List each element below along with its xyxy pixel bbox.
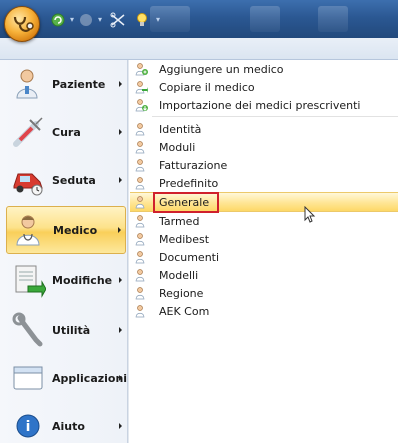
submenu-item-predefinito[interactable]: Predefinito bbox=[130, 174, 398, 192]
menu-item-label: Applicazioni bbox=[52, 371, 128, 385]
doctor-icon bbox=[134, 286, 148, 300]
chevron-right-icon bbox=[119, 129, 122, 135]
submenu-item-label: Importazione dei medici prescriventi bbox=[159, 98, 361, 112]
submenu-item-label: Generale bbox=[152, 191, 220, 213]
doctor-icon bbox=[134, 214, 148, 228]
submenu-item-importazione-medici[interactable]: Importazione dei medici prescriventi bbox=[130, 96, 398, 114]
doctor-copy-icon bbox=[134, 80, 148, 94]
menu-item-label: Medico bbox=[53, 223, 98, 237]
chevron-right-icon bbox=[119, 277, 122, 283]
menu-item-seduta[interactable]: Seduta bbox=[6, 156, 126, 204]
menu-item-label: Seduta bbox=[52, 173, 96, 187]
doctor-icon bbox=[134, 268, 148, 282]
chevron-down-icon[interactable]: ▾ bbox=[96, 16, 104, 24]
submenu-item-label: AEK Com bbox=[159, 304, 210, 318]
submenu-item-label: Aggiungere un medico bbox=[159, 62, 284, 76]
ribbon-tab-ghost bbox=[318, 6, 348, 32]
patient-icon bbox=[10, 66, 46, 102]
submenu-item-label: Tarmed bbox=[159, 214, 200, 228]
submenu-item-modelli[interactable]: Modelli bbox=[130, 266, 398, 284]
menu-item-label: Utilità bbox=[52, 323, 91, 337]
submenu-item-label: Regione bbox=[159, 286, 204, 300]
app-menu-button[interactable] bbox=[4, 6, 40, 42]
submenu-item-medibest[interactable]: Medibest bbox=[130, 230, 398, 248]
chevron-right-icon bbox=[118, 227, 121, 233]
menu-item-modifiche[interactable]: Modifiche bbox=[6, 256, 126, 304]
mouse-cursor-icon bbox=[304, 205, 316, 224]
menu-item-cura[interactable]: Cura bbox=[6, 108, 126, 156]
application-menu-left-pane: Paziente Cura Seduta Medico Modifiche Ut… bbox=[0, 60, 128, 443]
submenu-item-regione[interactable]: Regione bbox=[130, 284, 398, 302]
submenu-item-generale[interactable]: Generale bbox=[130, 191, 398, 213]
doctor-add-icon bbox=[134, 62, 148, 76]
submenu-item-aek-com[interactable]: AEK Com bbox=[130, 302, 398, 320]
medico-submenu: Aggiungere un medico Copiare il medico I… bbox=[128, 60, 398, 443]
doctor-icon bbox=[134, 176, 148, 190]
chevron-right-icon bbox=[119, 327, 122, 333]
back-icon[interactable] bbox=[78, 12, 94, 28]
chevron-right-icon bbox=[119, 81, 122, 87]
chevron-right-icon bbox=[119, 375, 122, 381]
edit-document-icon bbox=[10, 262, 47, 298]
submenu-item-label: Copiare il medico bbox=[159, 80, 255, 94]
menu-item-applicazioni[interactable]: Applicazioni bbox=[6, 354, 128, 402]
svg-text:i: i bbox=[26, 419, 31, 435]
title-bar: ▾ ▾ ▾ bbox=[0, 0, 398, 38]
menu-item-label: Paziente bbox=[52, 77, 106, 91]
ribbon-strip bbox=[0, 38, 398, 60]
submenu-item-moduli[interactable]: Moduli bbox=[130, 138, 398, 156]
syringe-icon bbox=[10, 114, 46, 150]
submenu-item-documenti[interactable]: Documenti bbox=[130, 248, 398, 266]
menu-item-medico[interactable]: Medico bbox=[6, 206, 126, 254]
menu-gutter bbox=[128, 60, 129, 443]
menu-item-label: Aiuto bbox=[52, 419, 85, 433]
submenu-item-label: Identità bbox=[159, 122, 202, 136]
chevron-right-icon bbox=[119, 423, 122, 429]
submenu-item-label: Documenti bbox=[159, 250, 220, 264]
wrench-icon bbox=[10, 312, 46, 348]
doctor-icon bbox=[134, 158, 148, 172]
doctor-icon bbox=[134, 122, 148, 136]
submenu-item-copiare-medico[interactable]: Copiare il medico bbox=[130, 78, 398, 96]
refresh-icon[interactable] bbox=[50, 12, 66, 28]
help-icon: i bbox=[10, 408, 46, 443]
chevron-down-icon[interactable]: ▾ bbox=[154, 16, 162, 24]
menu-separator bbox=[152, 116, 398, 117]
submenu-item-label: Moduli bbox=[159, 140, 196, 154]
window-icon bbox=[10, 360, 46, 396]
doctor-icon bbox=[134, 195, 148, 209]
doctor-icon bbox=[11, 212, 47, 248]
menu-item-utilita[interactable]: Utilità bbox=[6, 306, 126, 354]
doctor-import-icon bbox=[134, 98, 148, 112]
lightbulb-icon[interactable] bbox=[134, 12, 150, 28]
submenu-item-label: Fatturazione bbox=[159, 158, 228, 172]
submenu-item-aggiungere-medico[interactable]: Aggiungere un medico bbox=[130, 60, 398, 78]
submenu-item-label: Predefinito bbox=[159, 176, 219, 190]
chevron-right-icon bbox=[119, 177, 122, 183]
doctor-icon bbox=[134, 140, 148, 154]
scissors-icon[interactable] bbox=[110, 12, 126, 28]
stethoscope-icon bbox=[13, 16, 34, 32]
doctor-icon bbox=[134, 304, 148, 318]
submenu-item-tarmed[interactable]: Tarmed bbox=[130, 212, 398, 230]
menu-item-label: Cura bbox=[52, 125, 81, 139]
menu-item-label: Modifiche bbox=[52, 273, 113, 287]
doctor-icon bbox=[134, 250, 148, 264]
menu-item-paziente[interactable]: Paziente bbox=[6, 60, 126, 108]
submenu-item-label: Modelli bbox=[159, 268, 199, 282]
ribbon-tab-ghost bbox=[250, 6, 280, 32]
submenu-item-identita[interactable]: Identità bbox=[130, 120, 398, 138]
submenu-item-fatturazione[interactable]: Fatturazione bbox=[130, 156, 398, 174]
menu-item-aiuto[interactable]: i Aiuto bbox=[6, 402, 126, 443]
car-icon bbox=[10, 162, 46, 198]
doctor-icon bbox=[134, 232, 148, 246]
submenu-item-label: Medibest bbox=[159, 232, 210, 246]
chevron-down-icon[interactable]: ▾ bbox=[68, 16, 76, 24]
